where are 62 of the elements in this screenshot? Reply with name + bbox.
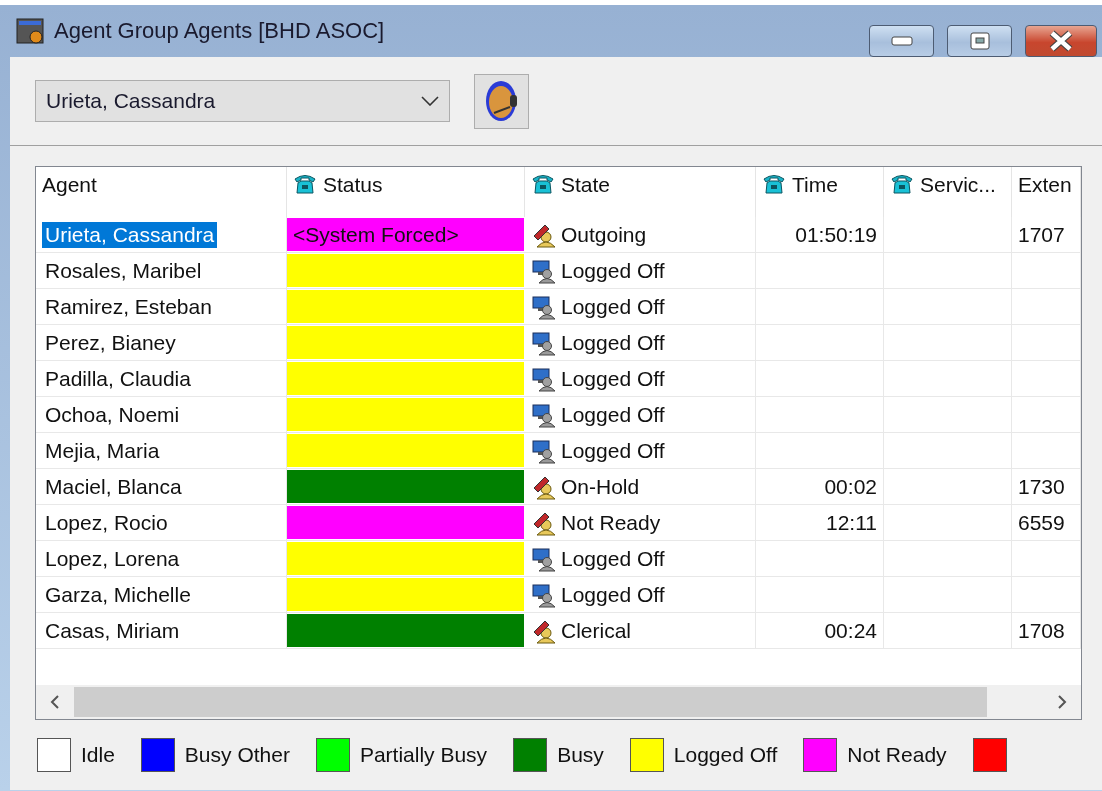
state-cell: Not Ready — [525, 505, 756, 540]
state-cell: Logged Off — [525, 325, 756, 360]
extension-cell: 6559 — [1012, 505, 1081, 540]
column-header[interactable]: Status — [287, 167, 525, 217]
agent-name: Rosales, Maribel — [44, 257, 203, 284]
close-button[interactable] — [1025, 25, 1097, 57]
legend-label: Partially Busy — [359, 743, 488, 767]
legend-label: Not Ready — [847, 743, 947, 767]
close-icon — [1048, 30, 1074, 52]
column-header[interactable]: Servic... — [884, 167, 1012, 217]
agent-name: Casas, Miriam — [44, 617, 181, 644]
scroll-thumb[interactable] — [74, 687, 987, 717]
legend-label: Busy Other — [184, 743, 290, 767]
state-cell: Logged Off — [525, 433, 756, 468]
extension-cell: 1730 — [1012, 469, 1081, 504]
state-cell: Logged Off — [525, 397, 756, 432]
time-cell: 00:02 — [756, 469, 884, 504]
agent-name: Ochoa, Noemi — [44, 401, 181, 428]
maximize-icon — [969, 32, 990, 50]
column-header[interactable]: Agent — [36, 167, 287, 217]
legend-label: Busy — [557, 743, 604, 767]
minimize-icon — [890, 36, 913, 46]
state-cell: Logged Off — [525, 361, 756, 396]
extension-cell: 1708 — [1012, 613, 1081, 648]
agent-button[interactable] — [474, 73, 529, 129]
extension-cell: 1707 — [1012, 217, 1081, 252]
state-cell: Outgoing — [525, 217, 756, 252]
agent-dropdown[interactable]: Urieta, Cassandra — [35, 80, 450, 122]
legend-label: Logged Off — [673, 743, 778, 767]
state-cell: Logged Off — [525, 541, 756, 576]
time-cell: 01:50:19 — [756, 217, 884, 252]
column-header[interactable]: State — [525, 167, 756, 217]
column-header[interactable]: Time — [756, 167, 884, 217]
agent-name: Lopez, Rocio — [44, 509, 169, 536]
agent-name: Perez, Bianey — [44, 329, 177, 356]
app-icon — [16, 16, 46, 46]
state-cell: Clerical — [525, 613, 756, 648]
headset-person-icon — [483, 79, 520, 123]
status-cell: <System Forced> — [287, 218, 524, 251]
minimize-button[interactable] — [869, 25, 934, 57]
legend-label: Idle — [81, 743, 115, 767]
agent-name: Maciel, Blanca — [44, 473, 183, 500]
horizontal-scrollbar[interactable] — [36, 685, 1081, 719]
state-cell: Logged Off — [525, 577, 756, 612]
window-title: Agent Group Agents [BHD ASOC] — [54, 18, 386, 44]
state-cell: Logged Off — [525, 253, 756, 288]
chevron-left-icon — [50, 694, 60, 710]
column-header[interactable]: Exten — [1012, 167, 1081, 217]
state-cell: On-Hold — [525, 469, 756, 504]
chevron-down-icon — [421, 96, 439, 106]
agent-name: Lopez, Lorena — [44, 545, 181, 572]
agent-name: Padilla, Claudia — [44, 365, 192, 392]
state-cell: Logged Off — [525, 289, 756, 324]
agent-name: Garza, Michelle — [44, 581, 192, 608]
maximize-button[interactable] — [947, 25, 1012, 57]
chevron-right-icon — [1057, 694, 1067, 710]
agent-name: Ramirez, Esteban — [44, 293, 213, 320]
agent-cell[interactable]: Urieta, Cassandra — [36, 217, 287, 252]
time-cell: 00:24 — [756, 613, 884, 648]
time-cell: 12:11 — [756, 505, 884, 540]
agent-name: Mejia, Maria — [44, 437, 161, 464]
agent-name: Urieta, Cassandra — [42, 221, 218, 248]
